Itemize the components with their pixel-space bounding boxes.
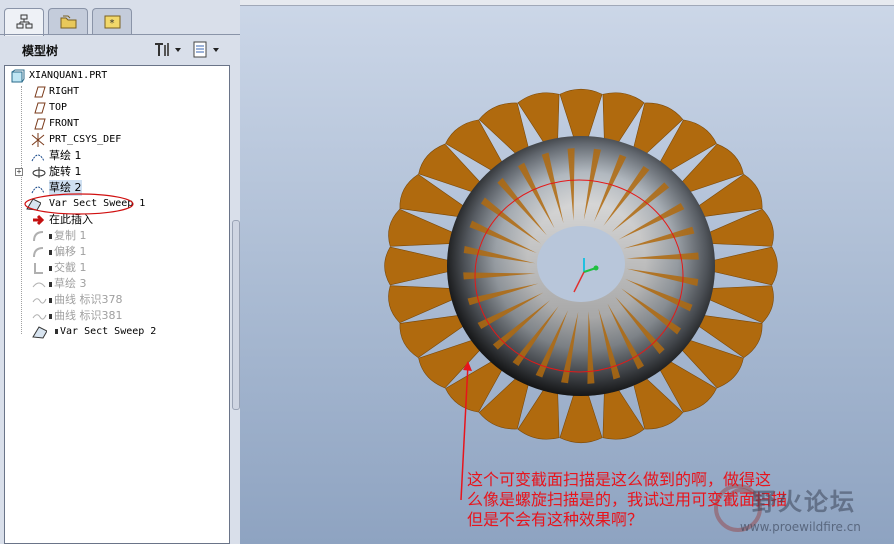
tree-item-label: RIGHT bbox=[49, 86, 80, 97]
suppressed-marker bbox=[55, 328, 58, 334]
tree-root-label: XIANQUAN1.PRT bbox=[29, 70, 108, 81]
model-tree-panel: * 模型树 XIANQUAN1.PRT RIGHT TOP FRONT PRT_… bbox=[0, 0, 240, 544]
favorites-icon: * bbox=[104, 15, 121, 29]
tools-icon bbox=[155, 43, 181, 56]
tree-item-label: 草绘 3 bbox=[54, 277, 87, 290]
part-icon bbox=[11, 69, 25, 83]
intersect-icon bbox=[34, 263, 43, 274]
suppressed-marker bbox=[49, 233, 52, 239]
curve-icon bbox=[32, 298, 47, 304]
watermark-url: www.proewildfire.cn bbox=[740, 520, 861, 534]
watermark-title: 野火论坛 bbox=[752, 488, 856, 516]
panel-splitter[interactable] bbox=[232, 220, 240, 410]
tree-item-label: Var Sect Sweep 2 bbox=[60, 326, 157, 337]
suppressed-marker bbox=[49, 313, 52, 319]
suppressed-marker bbox=[49, 265, 52, 271]
model-render bbox=[384, 88, 778, 501]
tree-item-label: FRONT bbox=[49, 118, 80, 129]
graphics-viewport[interactable] bbox=[240, 0, 894, 544]
torus-hole bbox=[537, 226, 625, 302]
offset-icon bbox=[33, 247, 44, 258]
suppressed-marker bbox=[49, 281, 52, 287]
tree-tools-button[interactable] bbox=[152, 40, 184, 60]
datum-plane-icon bbox=[34, 118, 46, 130]
tab-favorites[interactable]: * bbox=[92, 8, 132, 34]
sketch-icon bbox=[32, 282, 46, 288]
settings-icon bbox=[193, 41, 219, 58]
model-tree: XIANQUAN1.PRT RIGHT TOP FRONT PRT_CSYS_D… bbox=[4, 65, 230, 544]
tab-divider bbox=[0, 34, 240, 35]
suppressed-marker bbox=[49, 297, 52, 303]
tree-settings-button[interactable] bbox=[192, 40, 224, 60]
curve-icon bbox=[32, 314, 47, 320]
sketch-icon bbox=[31, 154, 45, 162]
model-tree-title: 模型树 bbox=[22, 44, 59, 58]
tree-item-label: 复制 1 bbox=[54, 229, 87, 242]
suppressed-marker bbox=[49, 249, 52, 255]
sweep-icon bbox=[32, 326, 47, 339]
panel-tabs: * bbox=[2, 8, 238, 36]
tree-item-label: PRT_CSYS_DEF bbox=[49, 134, 122, 145]
tree-item-label: 旋转 1 bbox=[49, 165, 82, 178]
expand-toggle[interactable]: + bbox=[15, 168, 23, 176]
highlight-ellipse bbox=[24, 193, 134, 215]
tab-model-tree[interactable] bbox=[4, 8, 44, 36]
datum-plane-icon bbox=[34, 102, 46, 114]
coordinate-system-icon bbox=[31, 133, 45, 147]
folder-icon bbox=[60, 15, 77, 29]
revolve-icon bbox=[32, 167, 46, 178]
tree-item-label: 曲线 标识378 bbox=[54, 293, 123, 306]
tree-guide-line bbox=[21, 86, 22, 334]
tree-icon bbox=[16, 14, 33, 29]
top-toolbar-edge bbox=[240, 0, 894, 6]
tree-item-label: TOP bbox=[49, 102, 68, 113]
tree-item-label: 草绘 1 bbox=[49, 149, 82, 162]
svg-text:*: * bbox=[109, 18, 115, 29]
tree-item-label: 偏移 1 bbox=[54, 245, 87, 258]
copy-icon bbox=[33, 231, 44, 242]
tab-folder-browser[interactable] bbox=[48, 8, 88, 34]
tree-item-label: 交截 1 bbox=[54, 261, 87, 274]
tree-item-label: 曲线 标识381 bbox=[54, 309, 123, 322]
datum-plane-icon bbox=[34, 86, 46, 98]
